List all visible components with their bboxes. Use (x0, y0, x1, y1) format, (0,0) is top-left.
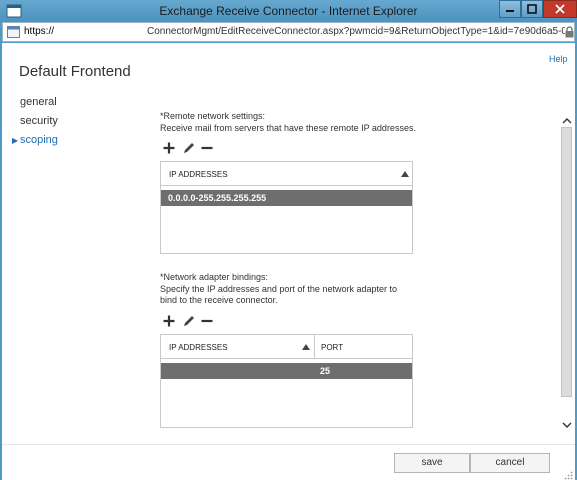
url-scheme: https:// (24, 26, 55, 37)
maximize-button[interactable] (521, 0, 543, 18)
nav-item-label: security (20, 115, 58, 127)
sort-caret-icon[interactable] (401, 171, 409, 177)
nav-item-security[interactable]: security (20, 115, 58, 127)
adapter-bindings-description-1: Specify the IP addresses and port of the… (160, 284, 397, 294)
port-cell: 25 (320, 366, 331, 376)
minimize-button[interactable] (499, 0, 521, 18)
add-icon[interactable] (162, 141, 176, 155)
grid-header: IP ADDRESSES PORT (161, 335, 412, 359)
edit-icon[interactable] (182, 141, 196, 155)
cancel-button[interactable]: cancel (470, 453, 550, 473)
close-icon (555, 4, 565, 14)
url-path: ConnectorMgmt/EditReceiveConnector.aspx?… (147, 26, 565, 37)
remote-network-description: Receive mail from servers that have thes… (160, 123, 416, 133)
close-button[interactable] (543, 0, 577, 18)
column-header-port[interactable]: PORT (321, 343, 343, 352)
window-title: Exchange Receive Connector - Internet Ex… (159, 4, 418, 18)
table-row[interactable]: 0.0.0.0-255.255.255.255 (161, 190, 412, 206)
ie-page-icon (7, 26, 20, 38)
dialog-content: Default Frontend Help general security ▶… (2, 43, 575, 480)
scroll-down-icon[interactable] (561, 419, 573, 431)
footer-divider (2, 444, 575, 445)
remote-network-label: *Remote network settings: (160, 111, 266, 121)
nav-item-general[interactable]: general (20, 96, 57, 108)
remote-ip-grid: IP ADDRESSES 0.0.0.0-255.255.255.255 (160, 161, 413, 254)
ip-range-cell: 0.0.0.0-255.255.255.255 (168, 193, 267, 203)
page-title: Default Frontend (19, 63, 131, 80)
adapter-bindings-label: *Network adapter bindings: (160, 272, 269, 282)
column-header-ip-addresses[interactable]: IP ADDRESSES (169, 170, 228, 179)
adapter-bindings-grid: IP ADDRESSES PORT 25 (160, 334, 413, 428)
remove-icon[interactable] (200, 314, 214, 328)
remove-icon[interactable] (200, 141, 214, 155)
vertical-scrollbar[interactable] (561, 127, 572, 397)
table-row[interactable]: 25 (161, 363, 412, 379)
nav-item-label: scoping (20, 134, 58, 146)
help-link[interactable]: Help (549, 54, 568, 64)
remote-network-toolbar (162, 141, 222, 155)
add-icon[interactable] (162, 314, 176, 328)
nav-item-scoping[interactable]: ▶ scoping (12, 134, 58, 146)
minimize-icon (506, 10, 514, 12)
scroll-up-icon[interactable] (561, 115, 573, 127)
column-header-ip-addresses[interactable]: IP ADDRESSES (169, 343, 228, 352)
column-divider[interactable] (314, 335, 315, 359)
grid-header: IP ADDRESSES (161, 162, 412, 186)
save-button[interactable]: save (394, 453, 470, 473)
maximize-icon (527, 4, 537, 14)
nav-item-label: general (20, 96, 57, 108)
title-bar: Exchange Receive Connector - Internet Ex… (0, 0, 577, 22)
adapter-bindings-toolbar (162, 314, 222, 328)
sort-caret-icon[interactable] (302, 344, 310, 350)
edit-icon[interactable] (182, 314, 196, 328)
adapter-bindings-description-2: bind to the receive connector. (160, 295, 278, 305)
resize-grip-icon[interactable] (564, 471, 573, 480)
active-caret-icon: ▶ (12, 136, 19, 145)
lock-icon[interactable] (565, 26, 574, 38)
address-bar[interactable]: https:// ConnectorMgmt/EditReceiveConnec… (2, 22, 575, 42)
